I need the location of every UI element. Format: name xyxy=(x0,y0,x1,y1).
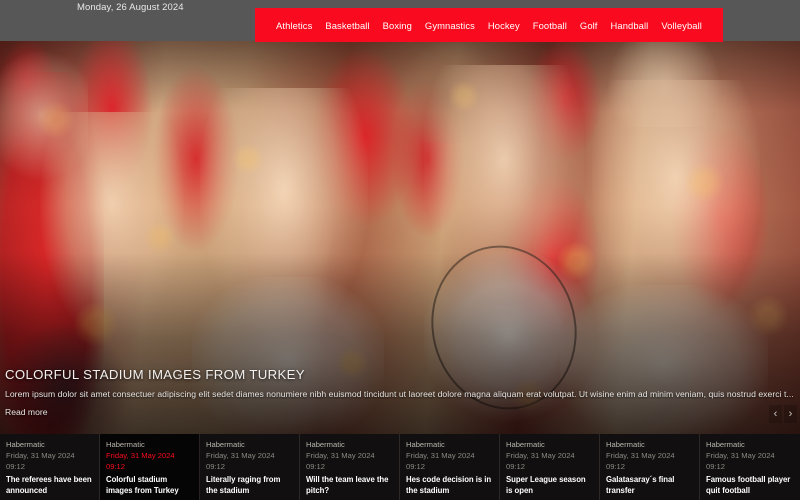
news-card-time: 09:12 xyxy=(606,462,626,471)
news-card-date: Friday, 31 May 2024 xyxy=(206,451,275,460)
chevron-right-icon[interactable]: › xyxy=(784,405,797,423)
news-card-date: Friday, 31 May 2024 xyxy=(606,451,675,460)
nav-link-gymnastics[interactable]: Gymnastics xyxy=(418,20,481,31)
news-card-time: 09:12 xyxy=(306,462,326,471)
nav-link-basketball[interactable]: Basketball xyxy=(319,20,376,31)
news-card-source: Habermatic xyxy=(406,440,445,449)
news-card-source: Habermatic xyxy=(706,440,745,449)
news-card-date: Friday, 31 May 2024 xyxy=(6,451,75,460)
nav-link-hockey[interactable]: Hockey xyxy=(481,20,526,31)
news-card-source: Habermatic xyxy=(606,440,645,449)
news-card-date: Friday, 31 May 2024 xyxy=(106,451,175,460)
main-navigation: Athletics Basketball Boxing Gymnastics Hocke… xyxy=(255,8,723,42)
news-card[interactable]: Habermatic Friday, 31 May 2024 09:12 The re… xyxy=(0,434,100,500)
news-card-time: 09:12 xyxy=(706,462,726,471)
news-card-date: Friday, 31 May 2024 xyxy=(706,451,775,460)
page-root: Monday, 26 August 2024 Athletics Basketba… xyxy=(0,0,800,500)
news-card[interactable]: Habermatic Friday, 31 May 2024 09:12 Hes co… xyxy=(400,434,500,500)
news-card-date: Friday, 31 May 2024 xyxy=(406,451,475,460)
hero-slider[interactable]: COLORFUL STADIUM IMAGES FROM TURKEY Lore… xyxy=(0,41,800,434)
news-card-time: 09:12 xyxy=(206,462,226,471)
news-card-source: Habermatic xyxy=(306,440,345,449)
hero-title: COLORFUL STADIUM IMAGES FROM TURKEY xyxy=(5,367,305,382)
news-card-source: Habermatic xyxy=(506,440,545,449)
carousel-arrows: ‹ › xyxy=(769,405,797,423)
read-more-link[interactable]: Read more xyxy=(5,407,48,417)
chevron-left-icon[interactable]: ‹ xyxy=(769,405,782,423)
news-card-title: Will the team leave the pitch? xyxy=(306,474,389,496)
news-card[interactable]: Habermatic Friday, 31 May 2024 09:12 Famous… xyxy=(700,434,800,500)
news-card-title: Galatasaray´s final transfer xyxy=(606,474,675,496)
news-card-source: Habermatic xyxy=(6,440,45,449)
nav-links-container: Athletics Basketball Boxing Gymnastics Hocke… xyxy=(270,20,709,31)
news-card-date: Friday, 31 May 2024 xyxy=(506,451,575,460)
news-card-date: Friday, 31 May 2024 xyxy=(306,451,375,460)
news-card-time: 09:12 xyxy=(506,462,526,471)
nav-link-boxing[interactable]: Boxing xyxy=(376,20,418,31)
news-card-title: Literally raging from the stadium xyxy=(206,474,281,496)
news-card-title: Famous football player quit football xyxy=(706,474,791,496)
current-date: Monday, 26 August 2024 xyxy=(77,2,184,13)
news-card-title: The referees have been announced xyxy=(6,474,92,496)
hero-caption: COLORFUL STADIUM IMAGES FROM TURKEY Lore… xyxy=(0,367,800,423)
news-card-source: Habermatic xyxy=(206,440,245,449)
nav-link-volleyball[interactable]: Volleyball xyxy=(655,20,709,31)
news-card-title: Hes code decision is in the stadium xyxy=(406,474,492,496)
nav-link-football[interactable]: Football xyxy=(526,20,573,31)
news-card-time: 09:12 xyxy=(106,462,126,471)
news-card-time: 09:12 xyxy=(406,462,426,471)
news-card[interactable]: Habermatic Friday, 31 May 2024 09:12 Colorf… xyxy=(100,434,200,500)
news-ticker-strip: Habermatic Friday, 31 May 2024 09:12 The re… xyxy=(0,434,800,500)
nav-link-handball[interactable]: Handball xyxy=(604,20,655,31)
news-card-title: Colorful stadium images from Turkey xyxy=(106,474,179,496)
news-card[interactable]: Habermatic Friday, 31 May 2024 09:12 Galata… xyxy=(600,434,700,500)
hero-description: Lorem ipsum dolor sit amet consectuer ad… xyxy=(5,389,794,399)
nav-link-athletics[interactable]: Athletics xyxy=(270,20,319,31)
news-card[interactable]: Habermatic Friday, 31 May 2024 09:12 Will t… xyxy=(300,434,400,500)
news-card-title: Super League season is open xyxy=(506,474,586,496)
nav-link-golf[interactable]: Golf xyxy=(573,20,604,31)
news-card[interactable]: Habermatic Friday, 31 May 2024 09:12 Super … xyxy=(500,434,600,500)
news-card-time: 09:12 xyxy=(6,462,26,471)
news-card[interactable]: Habermatic Friday, 31 May 2024 09:12 Litera… xyxy=(200,434,300,500)
news-card-source: Habermatic xyxy=(106,440,145,449)
